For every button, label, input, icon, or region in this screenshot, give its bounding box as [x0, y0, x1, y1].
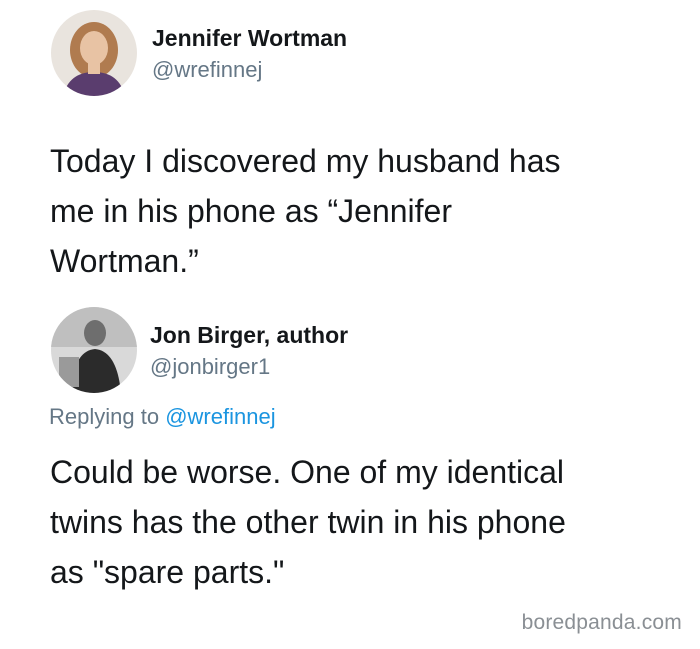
tweet-text: Could be worse. One of my identical twin… — [50, 447, 670, 597]
author-name[interactable]: Jennifer Wortman — [152, 25, 347, 52]
tweet-text-line: me in his phone as “Jennifer — [50, 193, 452, 229]
tweet-text-line: twins has the other twin in his phone — [50, 504, 566, 540]
author-handle[interactable]: @jonbirger1 — [150, 354, 270, 380]
tweet-text-line: Wortman.” — [50, 243, 199, 279]
tweet-text-line: Could be worse. One of my identical — [50, 454, 565, 490]
avatar-jennifer[interactable] — [51, 10, 137, 96]
avatar-jon[interactable] — [51, 307, 137, 393]
replying-prefix: Replying to — [49, 404, 160, 429]
mention-link[interactable]: @wrefinnej — [165, 404, 275, 429]
tweet-text-line: as "spare parts." — [50, 554, 285, 590]
watermark: boredpanda.com — [521, 611, 682, 634]
tweet-text-line: Today I discovered my husband has — [50, 143, 561, 179]
replying-to: Replying to @wrefinnej — [49, 404, 276, 430]
author-handle[interactable]: @wrefinnej — [152, 57, 262, 83]
author-name[interactable]: Jon Birger, author — [150, 322, 348, 349]
tweet-text: Today I discovered my husband has me in … — [50, 136, 660, 286]
